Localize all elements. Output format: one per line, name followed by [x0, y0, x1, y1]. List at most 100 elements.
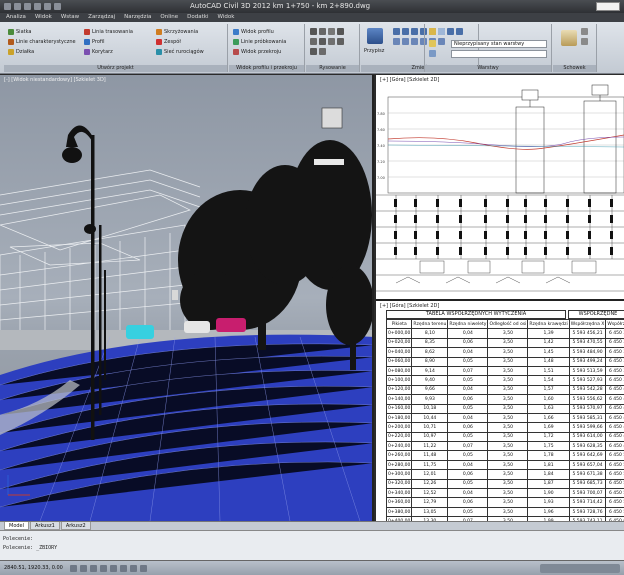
ribbon-linie-probkowania[interactable]: Linie próbkowania	[233, 38, 286, 46]
lineweight-icon[interactable]	[140, 565, 147, 572]
layer-lock-icon[interactable]	[429, 50, 436, 57]
spline-tool-icon[interactable]	[310, 48, 317, 55]
viewport-profile[interactable]: 7.80 7.60 7.40 7.20 7.00 [+] [Góra] [Szk…	[376, 75, 624, 301]
table-cell: 1,45	[527, 347, 570, 358]
hatch-tool-icon[interactable]	[319, 38, 326, 45]
otrack-icon[interactable]	[120, 565, 127, 572]
table-cell: 0,04	[447, 412, 489, 424]
tab-narzedzia[interactable]: Narzędzia	[124, 13, 151, 22]
save-icon[interactable]	[24, 3, 31, 10]
move-icon[interactable]	[393, 28, 400, 35]
layer-dropdown[interactable]	[451, 50, 547, 58]
layer-state-dropdown[interactable]: Nieprzypisany stan warstwy	[451, 40, 547, 48]
undo-icon[interactable]	[34, 3, 41, 10]
copy-icon[interactable]	[402, 28, 409, 35]
ribbon-linia-trasowania[interactable]: Linia trasowania	[84, 28, 133, 36]
table-cell: 3,50	[487, 506, 529, 518]
table-cell: 0+240,00	[385, 441, 413, 452]
rotate-icon[interactable]	[411, 28, 418, 35]
ribbon-zespol[interactable]: Zespół	[156, 38, 181, 46]
rectangle-tool-icon[interactable]	[310, 38, 317, 45]
viewport-table[interactable]: [+] [Góra] [Szkielet 2D] TABELA WSPÓŁRZĘ…	[376, 301, 624, 521]
ribbon-linie-charakterystyczne[interactable]: Linie charakterystyczne	[8, 38, 76, 46]
layer-on-icon[interactable]	[429, 40, 436, 47]
tab-wstaw[interactable]: Wstaw	[61, 13, 79, 22]
tab-arkusz1[interactable]: Arkusz1	[30, 522, 60, 530]
table-cell: 0+220,00	[385, 431, 413, 443]
ribbon-widok-profilu[interactable]: Widok profilu	[233, 28, 274, 36]
table-header-cell: Odległość od osi	[487, 318, 529, 330]
ribbon-widok-przekroju[interactable]: Widok przekroju	[233, 48, 281, 56]
table-header-row: Pikieta Rzędna terenu Rzędna niwelety Od…	[385, 318, 624, 330]
table-row: 0+020,00 8,35 0,06 3,50 1,42 5 593 470,55 6 45…	[385, 337, 624, 349]
table-cell: 3,50	[487, 337, 529, 349]
tab-online[interactable]: Online	[160, 13, 178, 22]
terrain-line	[387, 134, 624, 150]
viewport-table-label[interactable]: [+] [Góra] [Szkielet 2D]	[380, 303, 439, 309]
redo-icon[interactable]	[44, 3, 51, 10]
ribbon-siec-rurociagow[interactable]: Sieć rurociągów	[156, 48, 204, 56]
text-tool-icon[interactable]	[328, 38, 335, 45]
tab-dodatki[interactable]: Dodatki	[187, 13, 208, 22]
table-cell: 6 450 321,12	[605, 328, 624, 339]
command-input-line[interactable]: Polecenie: _ZBIORY	[3, 545, 57, 551]
tab-zarzadzaj[interactable]: Zarządzaj	[88, 13, 115, 22]
tab-analiza[interactable]: Analiza	[6, 13, 26, 22]
ribbon-profil[interactable]: Profil	[84, 38, 104, 46]
table-cell: 3,50	[487, 347, 529, 358]
table-cell: 8,62	[411, 347, 449, 358]
viewport-3d[interactable]: [-] [Widok niestandardowy] [Szkielet 3D]	[0, 75, 374, 521]
tab-widok-2[interactable]: Widok	[218, 13, 235, 22]
table-cell: 12,52	[411, 488, 449, 499]
search-input[interactable]	[596, 2, 620, 11]
svg-text:7.60: 7.60	[377, 128, 385, 132]
block-tool-icon[interactable]	[337, 38, 344, 45]
dynamic-input-icon[interactable]	[130, 565, 137, 572]
command-line[interactable]: Polecenie: Polecenie: _ZBIORY	[0, 530, 624, 560]
circle-tool-icon[interactable]	[328, 28, 335, 35]
table-cell: 0,07	[447, 441, 489, 452]
polar-icon[interactable]	[100, 565, 107, 572]
snap-icon[interactable]	[70, 565, 77, 572]
table-cell: 1,81	[527, 459, 570, 471]
ribbon-przypisz[interactable]: Przypisz	[364, 47, 384, 55]
ellipse-tool-icon[interactable]	[319, 48, 326, 55]
table-cell: 5 593 628,35	[568, 441, 607, 452]
polyline-tool-icon[interactable]	[319, 28, 326, 35]
tab-model[interactable]: Model	[4, 522, 30, 530]
array-icon[interactable]	[411, 38, 418, 45]
autocad-window: AutoCAD Civil 3D 2012 km 1+750 - km 2+89…	[0, 0, 624, 575]
viewport-3d-label[interactable]: [-] [Widok niestandardowy] [Szkielet 3D]	[4, 77, 106, 83]
open-file-icon[interactable]	[14, 3, 21, 10]
chamfer-icon[interactable]	[402, 38, 409, 45]
ortho-icon[interactable]	[90, 565, 97, 572]
table-cell: 3,50	[487, 469, 529, 480]
new-file-icon[interactable]	[4, 3, 11, 10]
table-cell: 0,06	[447, 337, 489, 349]
copy-clip-icon[interactable]	[581, 38, 588, 45]
ribbon-skrzyzowania[interactable]: Skrzyżowania	[156, 28, 198, 36]
table-cell: 1,69	[527, 422, 570, 433]
assign-icon[interactable]	[367, 28, 383, 44]
ribbon-dzialka[interactable]: Działka	[8, 48, 34, 56]
osnap-icon[interactable]	[110, 565, 117, 572]
grid-icon[interactable]	[80, 565, 87, 572]
parcel-icon	[8, 49, 14, 55]
fillet-icon[interactable]	[393, 38, 400, 45]
layer-freeze-icon[interactable]	[438, 28, 445, 35]
print-icon[interactable]	[54, 3, 61, 10]
table-cell: 6 450 570,57	[605, 488, 624, 499]
paste-icon[interactable]	[561, 30, 577, 46]
table-cell: 0,06	[447, 394, 489, 405]
profile-icon	[84, 39, 90, 45]
ribbon-korytarz[interactable]: Korytarz	[84, 48, 113, 56]
ribbon-siatka[interactable]: Siatka	[8, 28, 31, 36]
line-tool-icon[interactable]	[310, 28, 317, 35]
tab-widok[interactable]: Widok	[35, 13, 52, 22]
arc-tool-icon[interactable]	[337, 28, 344, 35]
layer-properties-icon[interactable]	[429, 28, 436, 35]
tab-arkusz2[interactable]: Arkusz2	[60, 522, 91, 530]
cut-icon[interactable]	[581, 28, 588, 35]
viewport-profile-label[interactable]: [+] [Góra] [Szkielet 2D]	[380, 77, 439, 83]
workspace-switcher[interactable]	[540, 564, 620, 573]
